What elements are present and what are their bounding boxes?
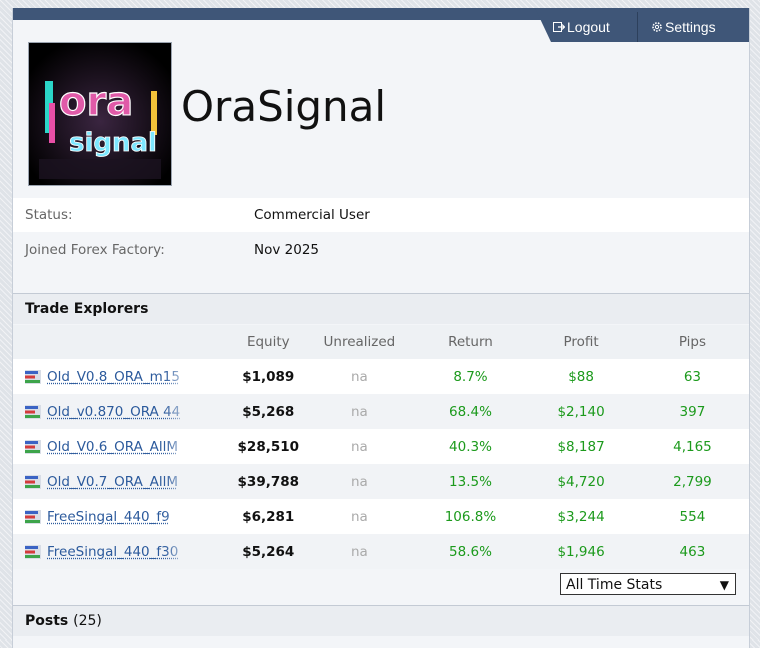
trade-explorer-name-cell: Old_V0.8_ORA_m15: [13, 359, 233, 394]
trade-explorer-link[interactable]: Old_V0.8_ORA_m15: [47, 369, 193, 385]
table-row: Old_V0.8_ORA_m15 $1,089 na 8.7% $88 63: [13, 359, 749, 394]
trade-explorer-name-cell: FreeSingal_440_f9: [13, 499, 233, 534]
svg-text:ora: ora: [59, 79, 133, 125]
trade-explorer-icon: [25, 509, 41, 524]
trade-explorer-link[interactable]: Old_V0.6_ORA_AllM: [47, 439, 193, 455]
logout-button[interactable]: Logout: [553, 16, 610, 38]
trade-explorer-link[interactable]: FreeSingal_440_f30: [47, 544, 193, 560]
cell-profit: $4,720: [526, 464, 636, 499]
toolbar-divider: [637, 12, 638, 42]
posts-count: (25): [73, 613, 102, 629]
trade-explorer-icon: [25, 544, 41, 559]
col-profit: Profit: [526, 325, 636, 359]
ora-signal-logo: ora signal: [29, 43, 171, 185]
cell-pips: 2,799: [635, 464, 749, 499]
col-return: Return: [414, 325, 527, 359]
cell-profit: $1,946: [526, 534, 636, 569]
trade-explorer-icon: [25, 369, 41, 384]
cell-unrealized: na: [304, 534, 415, 569]
trade-explorer-name-cell: Old_V0.6_ORA_AllM: [13, 429, 233, 464]
profile-panel: Logout Settings ora signal OraSignal Sta…: [12, 8, 750, 648]
cell-pips: 4,165: [635, 429, 749, 464]
cell-profit: $2,140: [526, 394, 636, 429]
logout-icon: [553, 22, 565, 32]
table-row: FreeSingal_440_f30 $5,264 na 58.6% $1,946 463: [13, 534, 749, 569]
trade-explorer-name-cell: Old_V0.7_ORA_AllM: [13, 464, 233, 499]
settings-button[interactable]: Settings: [651, 16, 716, 38]
stats-period-select[interactable]: All Time Stats ▼: [560, 573, 736, 595]
joined-row: Joined Forex Factory: Nov 2025: [13, 233, 749, 267]
trade-explorer-icon: [25, 439, 41, 454]
cell-unrealized: na: [304, 394, 415, 429]
posts-header: Posts (25): [13, 605, 749, 636]
posts-title[interactable]: Posts (25): [25, 613, 102, 629]
cell-unrealized: na: [304, 359, 415, 394]
cell-unrealized: na: [304, 464, 415, 499]
stats-period-value: All Time Stats: [566, 577, 663, 593]
table-row: Old_V0.7_ORA_AllM $39,788 na 13.5% $4,720 2,7…: [13, 464, 749, 499]
gear-icon: [652, 22, 662, 32]
col-unrealized: Unrealized: [304, 325, 415, 359]
col-pips: Pips: [635, 325, 749, 359]
cell-pips: 463: [635, 534, 749, 569]
cell-equity: $6,281: [232, 499, 305, 534]
cell-pips: 554: [635, 499, 749, 534]
cell-return: 13.5%: [414, 464, 527, 499]
cell-return: 106.8%: [414, 499, 527, 534]
cell-unrealized: na: [304, 429, 415, 464]
trade-explorer-name-cell: Old_v0.870_ORA 44: [13, 394, 233, 429]
trade-explorer-icon: [25, 404, 41, 419]
trade-explorer-link[interactable]: Old_V0.7_ORA_AllM: [47, 474, 193, 490]
table-row: Old_V0.6_ORA_AllM $28,510 na 40.3% $8,187 4,1…: [13, 429, 749, 464]
svg-text:signal: signal: [69, 128, 157, 158]
cell-pips: 397: [635, 394, 749, 429]
cell-return: 8.7%: [414, 359, 527, 394]
trade-explorer-link[interactable]: Old_v0.870_ORA 44: [47, 404, 193, 420]
trade-explorer-link[interactable]: FreeSingal_440_f9: [47, 509, 193, 525]
cell-return: 68.4%: [414, 394, 527, 429]
trade-explorer-icon: [25, 474, 41, 489]
table-row: Old_v0.870_ORA 44 $5,268 na 68.4% $2,140 397: [13, 394, 749, 429]
cell-return: 40.3%: [414, 429, 527, 464]
trade-explorers-table: Equity Unrealized Return Profit Pips Old…: [13, 325, 749, 569]
cell-profit: $3,244: [526, 499, 636, 534]
status-row: Status: Commercial User: [13, 198, 749, 232]
status-value: Commercial User: [254, 207, 370, 223]
chevron-down-icon: ▼: [719, 578, 729, 592]
joined-label: Joined Forex Factory:: [25, 242, 165, 258]
username-title: OraSignal: [181, 82, 387, 131]
trade-explorer-name-cell: FreeSingal_440_f30: [13, 534, 233, 569]
logout-label: Logout: [567, 19, 610, 35]
cell-profit: $88: [526, 359, 636, 394]
cell-equity: $39,788: [232, 464, 305, 499]
cell-pips: 63: [635, 359, 749, 394]
settings-label: Settings: [665, 19, 716, 35]
col-name: [13, 325, 233, 359]
trade-explorers-title: Trade Explorers: [25, 301, 149, 317]
cell-profit: $8,187: [526, 429, 636, 464]
avatar[interactable]: ora signal: [28, 42, 172, 186]
joined-value: Nov 2025: [254, 242, 319, 258]
cell-unrealized: na: [304, 499, 415, 534]
cell-equity: $5,264: [232, 534, 305, 569]
status-label: Status:: [25, 207, 73, 223]
table-row: FreeSingal_440_f9 $6,281 na 106.8% $3,244 554: [13, 499, 749, 534]
posts-title-label: Posts: [25, 613, 69, 629]
trade-explorers-header: Trade Explorers: [13, 293, 749, 324]
cell-return: 58.6%: [414, 534, 527, 569]
cell-equity: $1,089: [232, 359, 305, 394]
col-equity: Equity: [232, 325, 305, 359]
cell-equity: $5,268: [232, 394, 305, 429]
table-header-row: Equity Unrealized Return Profit Pips: [13, 325, 749, 359]
cell-equity: $28,510: [232, 429, 305, 464]
